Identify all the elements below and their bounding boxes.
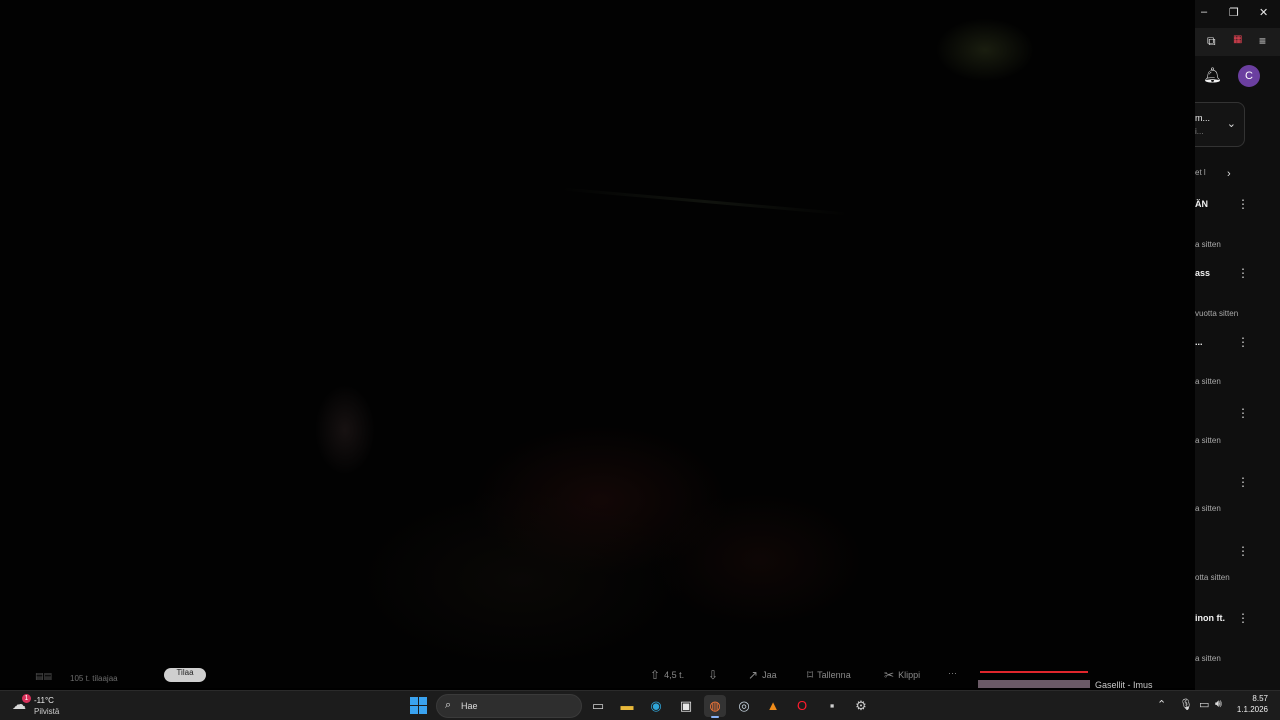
more-vertical-icon[interactable]: ⋮ <box>1237 197 1249 211</box>
share-button[interactable]: ↗ Jaa <box>748 668 777 682</box>
volume-icon[interactable]: 🔊︎ <box>1215 698 1222 711</box>
gear-icon: ⚙ <box>855 698 867 713</box>
steam-icon: ◎ <box>738 698 750 713</box>
save-button[interactable]: ⌑ Tallenna <box>807 668 851 682</box>
taskbar-app-file-explorer[interactable]: ▬ <box>616 695 638 717</box>
next-video-progress <box>980 671 1088 673</box>
like-button[interactable]: ⇧ 4,5 t. <box>650 668 684 682</box>
taskbar-app-task-view[interactable]: ▭ <box>587 695 609 717</box>
filter-chip[interactable]: et l <box>1195 168 1206 177</box>
weather-condition: Pilvistä <box>34 707 60 716</box>
weather-temperature: -11°C <box>34 696 54 705</box>
edge-icon: ◉ <box>650 698 662 713</box>
thumb-down-icon: ⇩ <box>708 668 719 682</box>
store-icon: ▣ <box>679 698 693 713</box>
taskbar-app-edge[interactable]: ◉ <box>645 695 667 717</box>
task-view-icon: ▭ <box>591 698 605 713</box>
channel-avatar-icon[interactable]: ▤▤ <box>35 671 52 682</box>
playlist-panel[interactable]: m... i... ⌄ <box>1195 102 1245 147</box>
playlist-title: m... <box>1195 113 1210 123</box>
restore-button[interactable]: ❐ <box>1229 6 1239 19</box>
dislike-button[interactable]: ⇩ <box>708 668 718 682</box>
terminal-icon: ▪ <box>829 698 835 713</box>
firefox-icon: ◍ <box>709 698 721 713</box>
search-icon: ⌕ <box>445 699 452 711</box>
taskbar-app-opera[interactable]: O <box>791 695 813 717</box>
taskbar-search[interactable]: ⌕ Hae <box>436 694 582 718</box>
folder-icon: ▬ <box>620 698 634 713</box>
share-icon: ↗ <box>748 668 759 682</box>
close-button[interactable]: ✕ <box>1259 6 1268 19</box>
taskbar-app-vlc[interactable]: ▲ <box>762 695 784 717</box>
more-vertical-icon[interactable]: ⋮ <box>1237 475 1249 489</box>
chevron-up-icon[interactable]: ⌃ <box>1157 698 1166 711</box>
taskbar-app-settings[interactable]: ⚙ <box>850 695 872 717</box>
search-placeholder: Hae <box>461 701 478 711</box>
video-info-row: ▤▤ 105 t. tilaajaa Tilaa ⇧ 4,5 t. ⇩ ↗ Ja… <box>0 666 1195 690</box>
system-clock[interactable]: 8.57 1.1.2026 <box>1237 694 1268 714</box>
taskbar-app-steam[interactable]: ◎ <box>733 695 755 717</box>
notification-badge: 1 <box>22 694 31 703</box>
chevron-right-icon[interactable]: › <box>1227 168 1231 180</box>
more-actions-button[interactable]: ··· <box>948 668 957 678</box>
more-vertical-icon[interactable]: ⋮ <box>1237 266 1249 280</box>
video-player[interactable] <box>0 0 1195 688</box>
puzzle-icon[interactable]: ⧉ <box>1207 34 1216 49</box>
more-horizontal-icon: ··· <box>948 668 957 678</box>
start-button[interactable] <box>410 697 427 714</box>
playlist-subtitle: i... <box>1195 127 1204 136</box>
extension-badge-icon[interactable]: ▦ <box>1233 34 1242 45</box>
vlc-icon: ▲ <box>766 698 780 713</box>
active-indicator <box>711 716 719 718</box>
taskbar-app-microsoft-store[interactable]: ▣ <box>675 695 697 717</box>
bookmark-icon: ⌑ <box>807 668 814 682</box>
more-vertical-icon[interactable]: ⋮ <box>1237 611 1249 625</box>
window-controls: – ❐ ✕ <box>1195 6 1280 24</box>
more-vertical-icon[interactable]: ⋮ <box>1237 544 1249 558</box>
chevron-down-icon[interactable]: ⌄ <box>1227 117 1236 130</box>
network-icon[interactable]: ▭ <box>1199 698 1209 711</box>
thumb-up-icon: ⇧ <box>650 668 661 682</box>
next-video-title[interactable]: Gasellit - Imus <box>1095 680 1153 690</box>
taskbar-app-firefox[interactable]: ◍ <box>704 695 726 718</box>
opera-icon: O <box>796 698 808 713</box>
weather-widget[interactable]: ☁ 1 -11°C Pilvistä <box>12 694 72 718</box>
right-sidebar: – ❐ ✕ ⧉ ▦ ≡ 🔔︎ C m... i... ⌄ et l › ÄN ⋮… <box>1195 0 1280 690</box>
more-vertical-icon[interactable]: ⋮ <box>1237 335 1249 349</box>
microphone-icon[interactable]: 🎙︎ <box>1179 698 1193 711</box>
taskbar: ☁ 1 -11°C Pilvistä ⌕ Hae ▭ ▬ ◉ ▣ ◍ ◎ ▲ O ▪ ⚙ ⌃ 🎙︎… <box>0 690 1280 720</box>
minimize-button[interactable]: – <box>1201 6 1207 18</box>
bell-icon[interactable]: 🔔︎ <box>1203 66 1222 84</box>
video-frame-detail <box>560 187 850 216</box>
hamburger-icon[interactable]: ≡ <box>1259 34 1266 48</box>
scissors-icon: ✂ <box>884 668 895 682</box>
subscribe-button[interactable]: Tilaa <box>164 668 206 682</box>
more-vertical-icon[interactable]: ⋮ <box>1237 406 1249 420</box>
subscriber-count: 105 t. tilaajaa <box>70 674 118 683</box>
clip-button[interactable]: ✂ Klippi <box>884 668 920 682</box>
avatar[interactable]: C <box>1238 65 1260 87</box>
windows-logo-icon <box>410 697 418 705</box>
next-video-thumbnail[interactable] <box>978 680 1090 688</box>
taskbar-app-terminal[interactable]: ▪ <box>821 695 843 717</box>
